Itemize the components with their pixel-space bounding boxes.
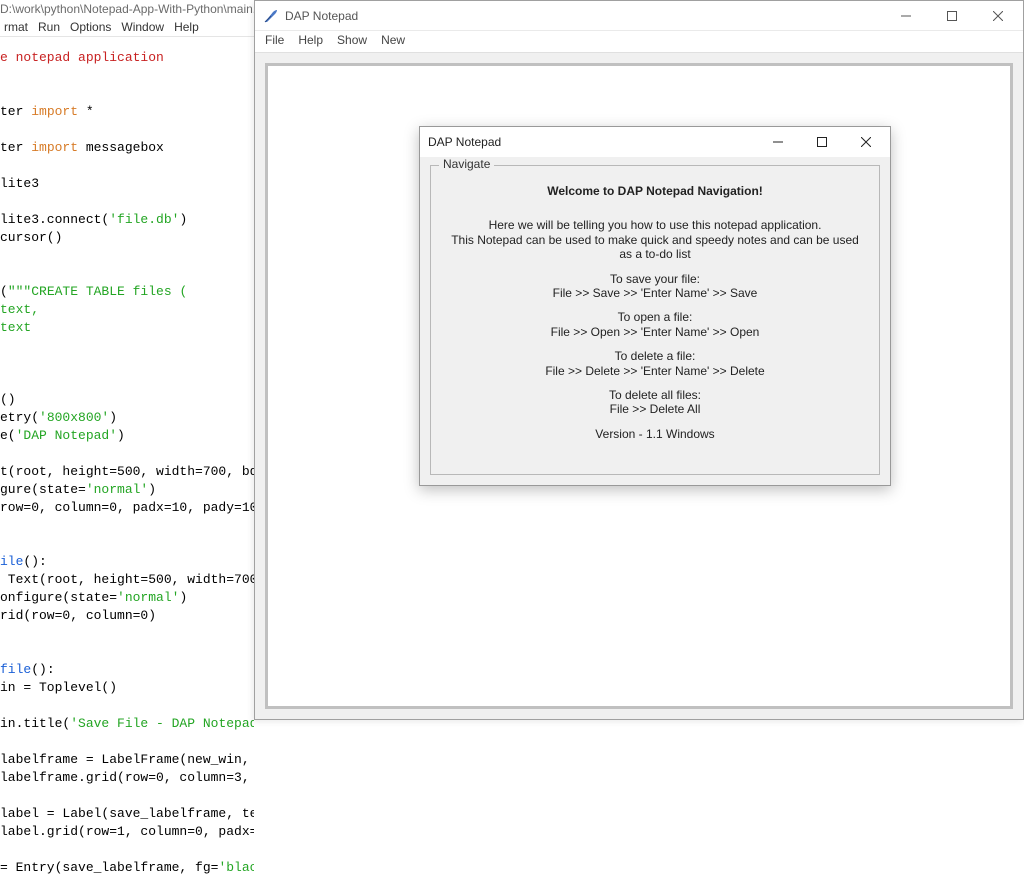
labelframe-title: Navigate (439, 157, 494, 171)
delete-all-body: File >> Delete All (445, 402, 865, 416)
menu-help[interactable]: Help (298, 33, 323, 50)
open-heading: To open a file: (445, 310, 865, 324)
delete-body: File >> Delete >> 'Enter Name' >> Delete (445, 364, 865, 378)
dialog-close-button[interactable] (844, 127, 888, 157)
intro-text-2: This Notepad can be used to make quick a… (445, 233, 865, 262)
idle-menu-options[interactable]: Options (70, 20, 111, 34)
dialog-titlebar[interactable]: DAP Notepad (420, 127, 890, 157)
dialog-window-title: DAP Notepad (428, 135, 501, 149)
welcome-text: Welcome to DAP Notepad Navigation! (445, 184, 865, 198)
idle-menubar[interactable]: rmat Run Options Window Help (0, 18, 254, 37)
save-heading: To save your file: (445, 272, 865, 286)
dap-menubar[interactable]: File Help Show New (255, 31, 1023, 53)
menu-new[interactable]: New (381, 33, 405, 50)
menu-file[interactable]: File (265, 33, 284, 50)
close-icon (993, 11, 1003, 21)
version-text: Version - 1.1 Windows (445, 427, 865, 441)
idle-menu-help[interactable]: Help (174, 20, 199, 34)
delete-heading: To delete a file: (445, 349, 865, 363)
dialog-minimize-button[interactable] (756, 127, 800, 157)
idle-menu-window[interactable]: Window (121, 20, 164, 34)
close-icon (861, 137, 871, 147)
close-button[interactable] (975, 1, 1021, 31)
minimize-icon (773, 137, 783, 147)
idle-titlebar: D:\work\python\Notepad-App-With-Python\m… (0, 0, 254, 18)
open-body: File >> Open >> 'Enter Name' >> Open (445, 325, 865, 339)
idle-menu-run[interactable]: Run (38, 20, 60, 34)
maximize-icon (947, 11, 957, 21)
navigate-labelframe: Navigate Welcome to DAP Notepad Navigati… (430, 165, 880, 475)
labelframe-content: Welcome to DAP Notepad Navigation! Here … (431, 166, 879, 451)
minimize-button[interactable] (883, 1, 929, 31)
minimize-icon (901, 11, 911, 21)
idle-menu-format[interactable]: rmat (4, 20, 28, 34)
intro-text-1: Here we will be telling you how to use t… (445, 218, 865, 232)
dialog-maximize-button[interactable] (800, 127, 844, 157)
maximize-button[interactable] (929, 1, 975, 31)
idle-editor-window: D:\work\python\Notepad-App-With-Python\m… (0, 0, 254, 730)
delete-all-heading: To delete all files: (445, 388, 865, 402)
save-body: File >> Save >> 'Enter Name' >> Save (445, 286, 865, 300)
dap-titlebar[interactable]: DAP Notepad (255, 1, 1023, 31)
navigate-dialog-window: DAP Notepad Navigate Welcome to DAP Note… (419, 126, 891, 486)
feather-icon (263, 8, 279, 24)
idle-code-area[interactable]: e notepad application ter import * ter i… (0, 37, 254, 877)
dap-window-title: DAP Notepad (285, 9, 358, 23)
maximize-icon (817, 137, 827, 147)
menu-show[interactable]: Show (337, 33, 367, 50)
